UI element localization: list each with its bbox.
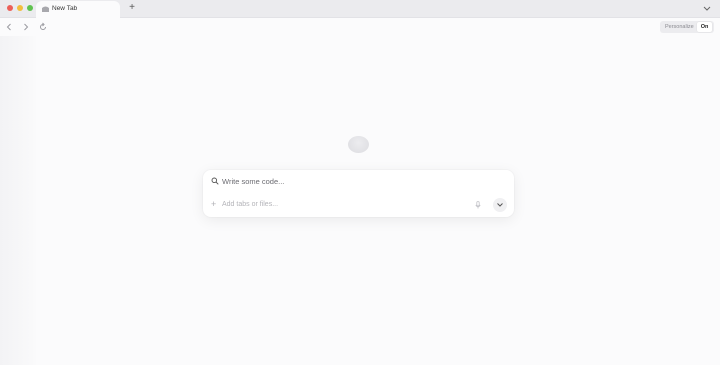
window-maximize-button[interactable] bbox=[27, 5, 33, 11]
toolbar bbox=[0, 18, 720, 36]
personalize-toggle[interactable]: Personalize On bbox=[660, 21, 715, 33]
microphone-icon[interactable] bbox=[473, 200, 483, 210]
personalize-label: Personalize bbox=[665, 24, 694, 30]
search-icon bbox=[211, 177, 219, 185]
tab-strip: New Tab + bbox=[0, 0, 720, 18]
chevron-down-icon bbox=[497, 203, 503, 207]
forward-arrow-icon[interactable] bbox=[21, 22, 31, 32]
prompt-card: + Add tabs or files... bbox=[203, 170, 514, 217]
reload-icon[interactable] bbox=[38, 22, 48, 32]
tab-title: New Tab bbox=[52, 5, 78, 12]
new-tab-button[interactable]: + bbox=[126, 2, 138, 14]
window-minimize-button[interactable] bbox=[17, 5, 23, 11]
add-icon[interactable]: + bbox=[211, 200, 218, 209]
browser-favicon-icon bbox=[42, 6, 49, 12]
tab-new-tab[interactable]: New Tab bbox=[36, 1, 120, 18]
options-button[interactable] bbox=[493, 198, 507, 212]
logo-icon bbox=[348, 136, 369, 153]
back-arrow-icon[interactable] bbox=[4, 22, 14, 32]
window-close-button[interactable] bbox=[7, 5, 13, 11]
add-tabs-or-files-button[interactable]: Add tabs or files... bbox=[222, 201, 278, 208]
prompt-input[interactable] bbox=[222, 174, 492, 188]
personalize-value: On bbox=[696, 22, 713, 32]
sidebar-shade bbox=[0, 36, 36, 365]
tab-list-chevron-icon[interactable] bbox=[701, 3, 713, 13]
